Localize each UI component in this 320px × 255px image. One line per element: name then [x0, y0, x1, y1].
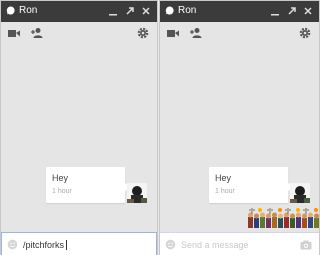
video-call-icon[interactable] — [7, 26, 21, 40]
settings-gear-icon[interactable] — [136, 26, 150, 40]
chat-bubble-icon — [6, 6, 15, 15]
message-timestamp: 1 hour — [52, 188, 72, 195]
message-input[interactable] — [23, 237, 131, 252]
close-icon[interactable] — [302, 5, 314, 17]
chat-window-left: Ron Hey 1 hour /pitchforks — [0, 0, 158, 255]
close-icon[interactable] — [140, 5, 152, 17]
chat-toolbar — [160, 22, 319, 44]
settings-gear-icon[interactable] — [298, 26, 312, 40]
message-timestamp: 1 hour — [215, 188, 235, 195]
minimize-icon[interactable] — [269, 5, 281, 17]
contact-avatar[interactable] — [127, 183, 147, 203]
contact-avatar[interactable] — [290, 183, 310, 203]
chat-bubble-icon — [165, 6, 174, 15]
contact-name: Ron — [178, 5, 197, 16]
message-text: Hey — [215, 173, 232, 183]
emoji-icon[interactable] — [7, 239, 18, 250]
popout-icon[interactable] — [124, 5, 136, 17]
pitchfork-mob-sticker — [248, 208, 319, 228]
message-bubble: Hey 1 hour — [209, 167, 293, 203]
message-composer — [160, 232, 319, 255]
chat-toolbar — [1, 22, 157, 44]
popout-icon[interactable] — [286, 5, 298, 17]
message-text: Hey — [52, 173, 69, 183]
chat-titlebar[interactable]: Ron — [160, 1, 319, 22]
video-call-icon[interactable] — [166, 26, 180, 40]
chat-window-right: Ron Hey 1 hour Send a message — [159, 0, 320, 255]
text-caret — [66, 240, 67, 250]
contact-name: Ron — [19, 5, 38, 16]
minimize-icon[interactable] — [107, 5, 119, 17]
emoji-icon[interactable] — [165, 239, 176, 250]
message-input[interactable] — [181, 237, 289, 252]
message-composer — [1, 232, 157, 255]
message-bubble: Hey 1 hour — [46, 167, 130, 203]
add-person-icon[interactable] — [30, 26, 44, 40]
add-person-icon[interactable] — [189, 26, 203, 40]
chat-titlebar[interactable]: Ron — [1, 1, 157, 22]
camera-icon[interactable] — [300, 240, 312, 250]
chat-stage: Ron Hey 1 hour /pitchforks Ron Hey 1 hou… — [0, 0, 320, 255]
